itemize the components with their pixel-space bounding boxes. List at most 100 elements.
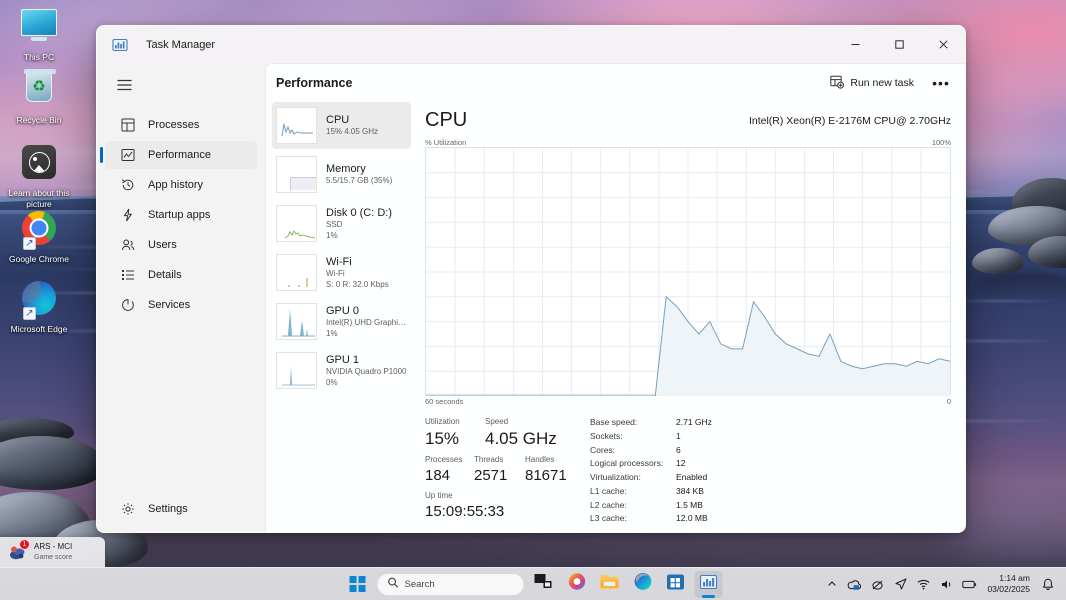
onedrive-icon[interactable] [844, 572, 865, 596]
sidebar-item-app-history[interactable]: App history [105, 171, 257, 199]
details-icon [120, 268, 135, 283]
resource-name: Disk 0 (C: D:) [326, 206, 392, 219]
game-score-icon: 1 [8, 538, 30, 562]
windows-logo-icon [349, 576, 366, 592]
sidebar-item-processes[interactable]: Processes [105, 111, 257, 139]
performance-icon [120, 148, 135, 163]
taskbar-microsoft-edge[interactable] [629, 571, 657, 598]
resource-item-disk-0[interactable]: Disk 0 (C: D:) SSD 1% [272, 200, 411, 247]
start-button[interactable] [344, 571, 372, 597]
window-title: Task Manager [146, 38, 216, 51]
spec-value: 1.5 MB [676, 499, 703, 510]
resource-value: 1% [326, 328, 338, 338]
sidebar-item-startup-apps[interactable]: Startup apps [105, 201, 257, 229]
desktop-icon-label: Recycle Bin [16, 115, 62, 125]
shortcut-arrow-icon: ↗ [23, 307, 36, 320]
game-score-widget[interactable]: 1 ARS - MCI Game score [0, 537, 105, 567]
task-manager-icon [112, 37, 128, 53]
spec-key: Base speed: [590, 417, 638, 427]
resource-item-gpu-1[interactable]: GPU 1 NVIDIA Quadro P1000 0% [272, 347, 411, 394]
cpu-utilization-chart[interactable] [425, 147, 951, 396]
taskbar-clock[interactable]: 1:14 am 03/02/2025 [982, 573, 1035, 596]
taskbar-file-explorer[interactable] [596, 571, 624, 598]
resource-detail: Intel(R) UHD Graphic... [326, 317, 407, 327]
show-hidden-icons-button[interactable] [821, 572, 842, 596]
sidebar-item-label: Settings [148, 503, 188, 515]
resource-name: GPU 0 [326, 304, 360, 317]
sidebar-item-details[interactable]: Details [105, 261, 257, 289]
spec-row: L3 cache: 12.0 MB [590, 512, 712, 526]
spec-row: L2 cache: 1.5 MB [590, 499, 712, 513]
desktop-icon-this-pc[interactable]: This PC [6, 6, 72, 63]
stat-label-speed: Speed [485, 417, 509, 426]
resource-value: 0% [326, 377, 338, 387]
gpu0-mini-graph [276, 303, 317, 340]
shortcut-arrow-icon: ↗ [23, 237, 36, 250]
run-new-task-button[interactable]: Run new task [821, 70, 923, 96]
stat-label-handles: Handles [525, 454, 555, 464]
taskbar-task-view[interactable] [530, 571, 558, 598]
wifi-icon[interactable] [913, 572, 934, 596]
stat-label-uptime: Up time [425, 491, 453, 501]
sidebar: Processes Performance App history Startu… [97, 63, 265, 532]
resource-detail: 5.5/15.7 GB (35%) [326, 176, 393, 186]
mouse-icon[interactable] [867, 572, 888, 596]
volume-icon[interactable] [936, 572, 957, 596]
desktop-icon-google-chrome[interactable]: ↗ Google Chrome [6, 208, 72, 265]
window-titlebar[interactable]: Task Manager [97, 26, 965, 63]
processes-icon [120, 118, 135, 133]
disk-mini-graph [276, 205, 317, 242]
taskbar-search[interactable]: Search [376, 572, 525, 596]
google-chrome-icon: ↗ [19, 211, 59, 251]
stat-value-processes: 184 [425, 466, 451, 484]
spec-key: Logical processors: [590, 458, 664, 469]
desktop-icon-learn-about-picture[interactable]: Learn about this picture [6, 142, 72, 209]
resource-value: S: 0 R: 32.0 Kbps [326, 279, 389, 289]
cpu-mini-graph [276, 107, 317, 144]
cpu-model-name: Intel(R) Xeon(R) E-2176M CPU@ 2.70GHz [748, 115, 951, 127]
sidebar-item-settings[interactable]: Settings [105, 495, 257, 523]
close-button[interactable] [921, 26, 965, 63]
maximize-button[interactable] [877, 26, 921, 63]
notification-badge: 1 [19, 538, 30, 550]
taskbar-microsoft-store[interactable] [662, 571, 690, 598]
resource-name: Wi-Fi [326, 255, 352, 268]
hamburger-menu-icon[interactable] [106, 68, 142, 102]
resource-list: CPU 15% 4.05 GHz Memory 5.5/15.7 GB (35%… [266, 102, 411, 532]
resource-item-gpu-0[interactable]: GPU 0 Intel(R) UHD Graphic... 1% [272, 298, 411, 345]
spec-value: 12.0 MB [676, 513, 708, 524]
services-icon [120, 298, 135, 313]
clock-date: 03/02/2025 [987, 584, 1030, 594]
desktop-icon-recycle-bin[interactable]: Recycle Bin [6, 68, 72, 126]
resource-item-wifi[interactable]: Wi-Fi Wi-Fi S: 0 R: 32.0 Kbps [272, 249, 411, 296]
desktop-icon-microsoft-edge[interactable]: ↗ Microsoft Edge [6, 278, 72, 335]
task-view-icon [534, 573, 553, 595]
notification-bell-icon[interactable] [1037, 572, 1058, 596]
resource-item-memory[interactable]: Memory 5.5/15.7 GB (35%) [272, 151, 411, 198]
taskbar-copilot[interactable] [563, 571, 591, 598]
spec-value: 384 KB [676, 485, 704, 496]
sidebar-item-performance[interactable]: Performance [100, 141, 257, 169]
sidebar-item-users[interactable]: Users [105, 231, 257, 259]
minimize-button[interactable] [833, 26, 877, 63]
spec-key: Sockets: [590, 430, 623, 441]
spec-key: L1 cache: [590, 485, 627, 496]
y-axis-label: % Utilization [425, 138, 467, 147]
send-icon[interactable] [890, 572, 911, 596]
sidebar-item-services[interactable]: Services [105, 291, 257, 319]
resource-name: GPU 1 [326, 353, 360, 366]
battery-icon[interactable] [959, 572, 980, 596]
resource-item-cpu[interactable]: CPU 15% 4.05 GHz [272, 102, 411, 149]
cpu-detail-pane: CPU Intel(R) Xeon(R) E-2176M CPU@ 2.70GH… [411, 102, 965, 532]
search-input[interactable]: Search [405, 579, 435, 590]
desktop-icon-label: Microsoft Edge [10, 324, 68, 334]
sidebar-item-label: Startup apps [148, 209, 211, 221]
resource-value: 1% [326, 230, 338, 240]
taskbar-task-manager[interactable] [694, 570, 723, 598]
resource-name: Memory [326, 162, 366, 175]
spec-row: L1 cache: 384 KB [590, 485, 712, 499]
game-title: ARS - MCI [34, 542, 73, 552]
more-options-button[interactable]: ••• [927, 70, 955, 96]
app-history-icon [120, 178, 135, 193]
sidebar-item-label: Processes [148, 119, 200, 131]
